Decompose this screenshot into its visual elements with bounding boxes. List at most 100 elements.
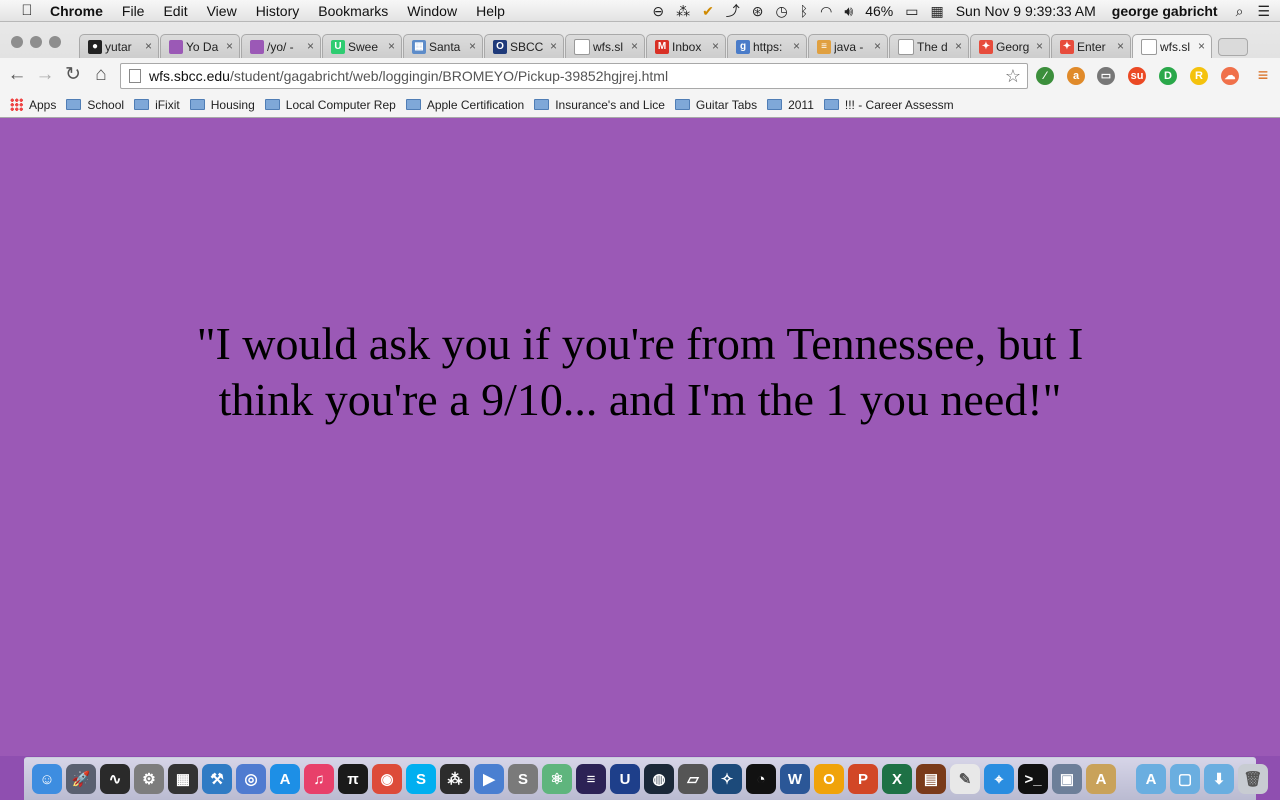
steam-icon[interactable]: ◍ bbox=[644, 764, 674, 794]
close-tab-icon[interactable]: × bbox=[712, 39, 719, 53]
close-tab-icon[interactable]: × bbox=[1036, 39, 1043, 53]
menu-app-name[interactable]: Chrome bbox=[50, 3, 103, 19]
close-tab-icon[interactable]: × bbox=[793, 39, 800, 53]
norton-status-icon[interactable]: ✔ bbox=[702, 3, 714, 20]
app-icon-20[interactable]: ▱ bbox=[678, 764, 708, 794]
browser-tab[interactable]: Yo Da × bbox=[160, 34, 240, 58]
bookmark-folder[interactable]: !!! - Career Assessm bbox=[823, 98, 954, 112]
downloads-folder-icon[interactable]: ⬇ bbox=[1204, 764, 1234, 794]
address-bar[interactable]: wfs.sbcc.edu/student/gagabricht/web/logg… bbox=[120, 63, 1028, 89]
browser-tab[interactable]: g https: × bbox=[727, 34, 807, 58]
menu-history[interactable]: History bbox=[256, 3, 300, 19]
bookmark-folder[interactable]: Local Computer Rep bbox=[264, 98, 396, 112]
bookmark-folder[interactable]: Guitar Tabs bbox=[674, 98, 757, 112]
notification-center-icon[interactable]: ☰ bbox=[1257, 3, 1270, 20]
menu-bookmarks[interactable]: Bookmarks bbox=[318, 3, 388, 19]
atom-icon[interactable]: ⚛ bbox=[542, 764, 572, 794]
unreal-engine-icon[interactable]: U bbox=[610, 764, 640, 794]
menu-view[interactable]: View bbox=[207, 3, 237, 19]
browser-tab[interactable]: The d × bbox=[889, 34, 969, 58]
reload-button[interactable]: ↻ bbox=[62, 64, 84, 86]
menu-window[interactable]: Window bbox=[407, 3, 457, 19]
safari-icon[interactable]: ⌖ bbox=[984, 764, 1014, 794]
app-icon-22[interactable]: ◔ bbox=[746, 764, 776, 794]
browser-tab[interactable]: /yo/ - × bbox=[241, 34, 321, 58]
browser-tab[interactable]: ✦ Enter × bbox=[1051, 34, 1131, 58]
bookmark-folder[interactable]: Housing bbox=[189, 98, 255, 112]
close-tab-icon[interactable]: × bbox=[955, 39, 962, 53]
chrome-menu-icon[interactable]: ≡ bbox=[1252, 64, 1274, 86]
menu-help[interactable]: Help bbox=[476, 3, 505, 19]
textedit-icon[interactable]: ✎ bbox=[950, 764, 980, 794]
trash-icon[interactable]: 🗑 bbox=[1238, 764, 1268, 794]
itunes-icon[interactable]: ♫ bbox=[304, 764, 334, 794]
battery-percent[interactable]: 46% bbox=[865, 3, 893, 19]
close-tab-icon[interactable]: × bbox=[388, 39, 395, 53]
excel-icon[interactable]: X bbox=[882, 764, 912, 794]
home-button[interactable]: ⌂ bbox=[90, 64, 112, 86]
activity-monitor-icon[interactable]: ∿ bbox=[100, 764, 130, 794]
back-button[interactable]: ← bbox=[6, 64, 28, 86]
close-tab-icon[interactable]: × bbox=[469, 39, 476, 53]
outlook-icon[interactable]: O bbox=[814, 764, 844, 794]
menu-edit[interactable]: Edit bbox=[163, 3, 187, 19]
volume-icon[interactable]: 🔊︎ bbox=[844, 3, 853, 20]
app-store-icon[interactable]: A bbox=[270, 764, 300, 794]
page-info-icon[interactable] bbox=[129, 69, 141, 83]
powerpoint-icon[interactable]: P bbox=[848, 764, 878, 794]
bookmark-apps[interactable]: Apps bbox=[10, 98, 56, 112]
calendar-icon[interactable]: ▦ bbox=[930, 3, 943, 20]
menubar-clock[interactable]: Sun Nov 9 9:39:33 AM bbox=[956, 3, 1096, 19]
spotlight-search-icon[interactable]: ⌕ bbox=[1236, 3, 1244, 20]
browser-tab[interactable]: O SBCC × bbox=[484, 34, 564, 58]
browser-tab[interactable]: U Swee × bbox=[322, 34, 402, 58]
close-tab-icon[interactable]: × bbox=[631, 39, 638, 53]
documents-folder-icon[interactable]: ▢ bbox=[1170, 764, 1200, 794]
network-utility-icon[interactable]: ◎ bbox=[236, 764, 266, 794]
time-machine-icon[interactable]: ◷ bbox=[776, 3, 788, 20]
amazon-extension-icon[interactable]: a bbox=[1067, 67, 1085, 85]
browser-tab[interactable]: ▦ Santa × bbox=[403, 34, 483, 58]
menu-file[interactable]: File bbox=[122, 3, 145, 19]
apple-menu-icon[interactable]:  bbox=[18, 2, 36, 19]
word-icon[interactable]: W bbox=[780, 764, 810, 794]
terminal-icon[interactable]: >_ bbox=[1018, 764, 1048, 794]
stumbleupon-icon[interactable]: su bbox=[1128, 67, 1146, 85]
close-tab-icon[interactable]: × bbox=[1198, 39, 1205, 53]
sublime-text-icon[interactable]: S bbox=[508, 764, 538, 794]
close-tab-icon[interactable]: × bbox=[550, 39, 557, 53]
bookmark-folder[interactable]: Apple Certification bbox=[405, 98, 524, 112]
bookmark-folder[interactable]: School bbox=[66, 98, 124, 112]
menubar-user[interactable]: george gabricht bbox=[1112, 3, 1218, 19]
dictation-status-icon[interactable]: ⤴ bbox=[726, 1, 740, 21]
app-icon-21[interactable]: ✧ bbox=[712, 764, 742, 794]
finder-icon[interactable]: ☺ bbox=[32, 764, 62, 794]
bookmark-star-icon[interactable]: ☆ bbox=[1005, 66, 1021, 87]
pi-app-icon[interactable]: π bbox=[338, 764, 368, 794]
browser-tab[interactable]: wfs.sl × bbox=[565, 34, 645, 58]
extension-r-icon[interactable]: R bbox=[1190, 67, 1208, 85]
browser-tab[interactable]: ✦ Georg × bbox=[970, 34, 1050, 58]
app-icon-27[interactable]: ▤ bbox=[916, 764, 946, 794]
forward-button[interactable]: → bbox=[34, 64, 56, 86]
chrome-icon[interactable]: ◉ bbox=[372, 764, 402, 794]
browser-tab[interactable]: M Inbox × bbox=[646, 34, 726, 58]
close-window-button[interactable] bbox=[11, 36, 23, 48]
applications-folder-icon[interactable]: A bbox=[1136, 764, 1166, 794]
app-icon-32[interactable]: A bbox=[1086, 764, 1116, 794]
browser-tab[interactable]: wfs.sl × bbox=[1132, 34, 1212, 59]
launchpad-icon[interactable]: 🚀 bbox=[66, 764, 96, 794]
app-icon-5[interactable]: ▦ bbox=[168, 764, 198, 794]
quicktime-icon[interactable]: ▶ bbox=[474, 764, 504, 794]
zoom-window-button[interactable] bbox=[49, 36, 61, 48]
close-tab-icon[interactable]: × bbox=[307, 39, 314, 53]
close-tab-icon[interactable]: × bbox=[874, 39, 881, 53]
grid-status-icon[interactable]: ⁂ bbox=[676, 3, 690, 20]
close-tab-icon[interactable]: × bbox=[226, 39, 233, 53]
browser-tab[interactable]: ● yutar × bbox=[79, 34, 159, 58]
accessibility-status-icon[interactable]: ⊛ bbox=[752, 3, 764, 20]
eyedropper-extension-icon[interactable]: ⁄ bbox=[1036, 67, 1054, 85]
extension-cloud-icon[interactable]: ☁ bbox=[1221, 67, 1239, 85]
app-icon-13[interactable]: ⁂ bbox=[440, 764, 470, 794]
close-tab-icon[interactable]: × bbox=[1117, 39, 1124, 53]
